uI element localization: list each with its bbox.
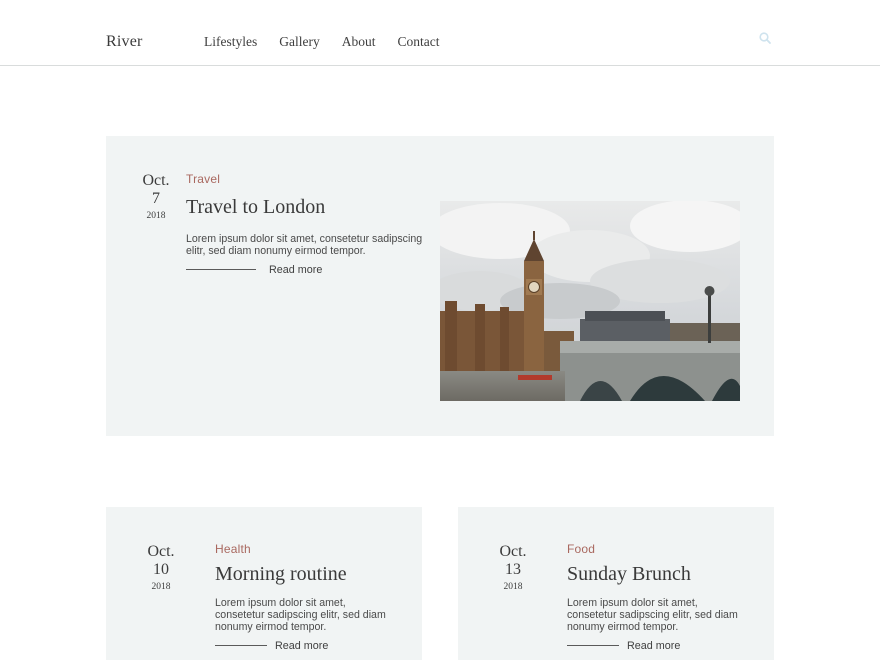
nav-item-contact[interactable]: Contact [397,34,439,50]
nav-item-about[interactable]: About [342,34,376,50]
read-more-link[interactable]: Read more [269,264,322,276]
read-more-link[interactable]: Read more [627,640,680,652]
date-year: 2018 [503,582,523,592]
london-photo [440,201,740,401]
date-month: Oct. [142,172,170,189]
post-image[interactable] [440,201,740,401]
post-date: Oct. 13 2018 [493,543,533,594]
date-month: Oct. [499,543,527,560]
date-day: 7 [152,190,160,207]
date-day: 10 [153,561,169,578]
read-more-rule [215,645,267,646]
date-year: 2018 [151,582,171,592]
post-category[interactable]: Food [567,542,595,556]
site-header: River Lifestyles Gallery About Contact [0,0,880,66]
post-date: Oct. 7 2018 [136,172,176,223]
site-logo[interactable]: River [106,33,143,51]
post-excerpt: Lorem ipsum dolor sit amet, consetetur s… [186,233,423,257]
search-icon[interactable] [758,31,772,45]
read-more-rule [186,269,256,270]
main-nav: Lifestyles Gallery About Contact [204,34,461,50]
post-title[interactable]: Morning routine [215,563,347,586]
read-more-rule [567,645,619,646]
post-category[interactable]: Health [215,542,251,556]
read-more-link[interactable]: Read more [275,640,328,652]
post-excerpt: Lorem ipsum dolor sit amet, consetetur s… [567,597,738,633]
post-excerpt: Lorem ipsum dolor sit amet, consetetur s… [215,597,386,633]
nav-item-gallery[interactable]: Gallery [279,34,319,50]
nav-item-lifestyles[interactable]: Lifestyles [204,34,257,50]
date-month: Oct. [147,543,175,560]
post-title[interactable]: Travel to London [186,196,325,219]
date-day: 13 [505,561,521,578]
post-date: Oct. 10 2018 [141,543,181,594]
post-title[interactable]: Sunday Brunch [567,563,691,586]
date-year: 2018 [146,211,166,221]
post-category[interactable]: Travel [186,172,220,186]
